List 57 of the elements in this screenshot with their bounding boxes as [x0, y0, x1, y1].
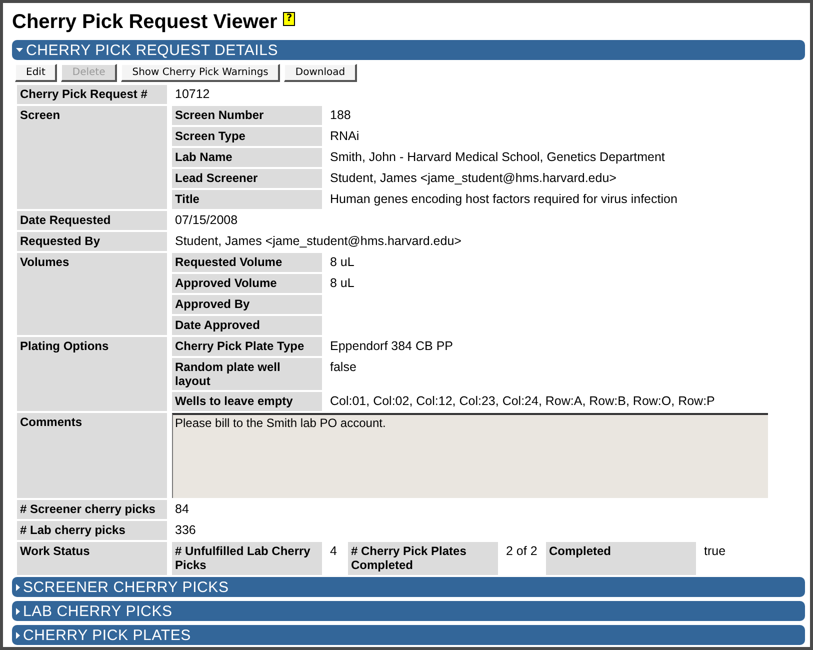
action-button[interactable]: Download	[284, 64, 358, 82]
caret-right-icon	[16, 584, 20, 590]
field-label: Title	[172, 190, 322, 209]
field-value: 10712	[174, 86, 211, 103]
field-value: Eppendorf 384 CB PP	[329, 338, 454, 355]
field-label: # Cherry Pick Plates Completed	[348, 542, 498, 575]
field-value: Student, James <jame_student@hms.harvard.edu>	[329, 170, 618, 187]
field-value: true	[703, 543, 727, 560]
field-label: Screen Number	[172, 106, 322, 125]
section-header[interactable]: LAB CHERRY PICKS	[12, 601, 805, 621]
field-label: # Screener cherry picks	[17, 500, 167, 519]
field-label: Approved By	[172, 295, 322, 314]
field-label: Volumes	[17, 253, 167, 335]
field-label: Date Requested	[17, 211, 167, 230]
field-value: RNAi	[329, 128, 360, 145]
field-label: Cherry Pick Request #	[17, 85, 167, 104]
field-label: Requested By	[17, 232, 167, 251]
field-label: Approved Volume	[172, 274, 322, 293]
field-label: Work Status	[17, 542, 167, 575]
field-label: # Lab cherry picks	[17, 521, 167, 540]
section-header[interactable]: CHERRY PICK PLATES	[12, 625, 805, 645]
field-label: Cherry Pick Plate Type	[172, 337, 322, 356]
action-button[interactable]: Show Cherry Pick Warnings	[121, 64, 280, 82]
action-button[interactable]: Edit	[15, 64, 58, 82]
field-value: 2 of 2	[505, 543, 538, 560]
caret-right-icon	[16, 608, 20, 614]
caret-down-icon	[16, 48, 23, 52]
field-value: 8 uL	[329, 275, 356, 292]
section-header[interactable]: SCREENER CHERRY PICKS	[12, 577, 805, 597]
field-label: Completed	[546, 542, 696, 575]
page-title: Cherry Pick Request Viewer	[12, 11, 278, 34]
field-label: Screen	[17, 106, 167, 209]
field-value: Smith, John - Harvard Medical School, Genetics Department	[329, 149, 666, 166]
field-value: Student, James <jame_student@hms.harvard.edu>	[174, 233, 462, 250]
field-label: Comments	[17, 413, 167, 498]
field-value: Col:01, Col:02, Col:12, Col:23, Col:24, Row:A, Row:B, Row:O, Row:P	[329, 393, 716, 410]
field-label: Plating Options	[17, 337, 167, 411]
field-value: 84	[174, 501, 190, 518]
field-value: 4	[329, 543, 338, 560]
field-value: 188	[329, 107, 352, 124]
help-icon[interactable]: ?	[283, 12, 296, 26]
caret-right-icon	[16, 632, 20, 638]
field-label: # Unfulfilled Lab Cherry Picks	[172, 542, 322, 575]
field-value: false	[329, 359, 358, 376]
field-label: Wells to leave empty	[172, 392, 322, 411]
field-value: Human genes encoding host factors required for virus infection	[329, 191, 678, 208]
field-label: Lead Screener	[172, 169, 322, 188]
comments-field[interactable]: Please bill to the Smith lab PO account.	[172, 413, 768, 498]
field-label: Requested Volume	[172, 253, 322, 272]
field-value: 8 uL	[329, 254, 356, 271]
field-value: 336	[174, 522, 197, 539]
field-label: Date Approved	[172, 316, 322, 335]
field-label: Lab Name	[172, 148, 322, 167]
section-header[interactable]: CHERRY PICK REQUEST DETAILS	[12, 40, 805, 60]
field-value: 07/15/2008	[174, 212, 239, 229]
field-label: Screen Type	[172, 127, 322, 146]
field-label: Random plate well layout	[172, 358, 322, 390]
